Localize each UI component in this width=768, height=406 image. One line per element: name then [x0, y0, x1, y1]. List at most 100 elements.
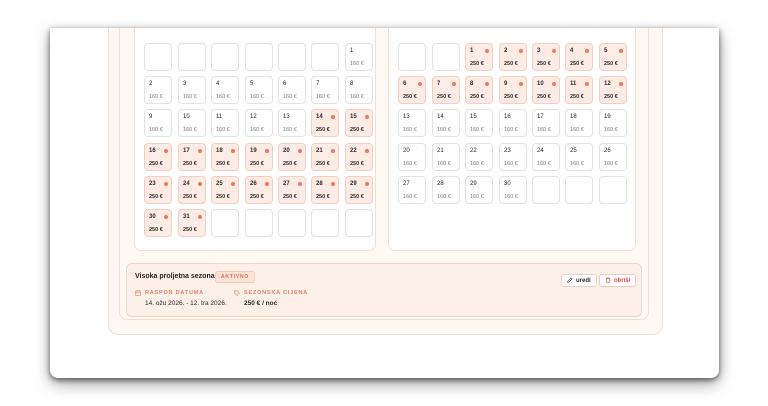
season-dot-icon: [585, 49, 589, 53]
calendar-day-cell[interactable]: 17 250 €: [178, 143, 206, 171]
day-number: 7: [316, 81, 320, 87]
calendar-day-cell[interactable]: 20 160 €: [398, 143, 426, 171]
calendar-day-cell[interactable]: 23 160 €: [499, 143, 527, 171]
calendar-empty-cell: [311, 209, 339, 237]
calendar-month-right: PONUTOSRIČETPETSUBNED1250 €2250 €3250 €4…: [388, 28, 636, 251]
season-dot-icon: [485, 49, 489, 53]
day-price: 160 €: [283, 127, 297, 133]
day-number: 30: [149, 214, 156, 220]
day-number: 26: [604, 148, 611, 154]
day-price: 250 €: [537, 94, 551, 100]
calendar-day-cell[interactable]: 31 250 €: [178, 209, 206, 237]
day-number: 11: [570, 81, 577, 87]
calendar-day-cell[interactable]: 11 250 €: [565, 76, 593, 104]
season-dot-icon: [164, 182, 168, 186]
calendar-day-cell[interactable]: 5 250 €: [599, 43, 627, 71]
calendar-day-cell[interactable]: 11 160 €: [211, 109, 239, 137]
calendar-day-cell[interactable]: 3 250 €: [532, 43, 560, 71]
day-number: 24: [537, 148, 544, 154]
season-dot-icon: [231, 182, 235, 186]
day-number: 6: [283, 81, 287, 87]
calendar-day-cell[interactable]: 18 160 €: [565, 109, 593, 137]
calendar-day-cell[interactable]: 30 160 €: [499, 176, 527, 204]
calendar-day-cell[interactable]: 15 250 €: [345, 109, 373, 137]
calendar-day-cell[interactable]: 21 160 €: [432, 143, 460, 171]
calendar-day-cell[interactable]: 13 160 €: [398, 109, 426, 137]
calendar-day-cell[interactable]: 26 250 €: [245, 176, 273, 204]
calendar-day-cell[interactable]: 5 160 €: [245, 76, 273, 104]
calendar-day-cell[interactable]: 8 160 €: [345, 76, 373, 104]
calendar-day-cell[interactable]: 2 160 €: [144, 76, 172, 104]
calendar-day-cell[interactable]: 24 250 €: [178, 176, 206, 204]
calendar-day-cell[interactable]: 25 250 €: [211, 176, 239, 204]
day-price: 250 €: [250, 161, 264, 167]
calendar-day-cell[interactable]: 28 250 €: [311, 176, 339, 204]
day-price: 250 €: [149, 161, 163, 167]
calendar-day-cell[interactable]: 10 250 €: [532, 76, 560, 104]
day-number: 17: [183, 148, 190, 154]
day-number: 18: [216, 148, 223, 154]
calendar-day-cell[interactable]: 22 160 €: [465, 143, 493, 171]
calendar-day-cell[interactable]: 6 250 €: [398, 76, 426, 104]
calendar-day-cell[interactable]: 19 250 €: [245, 143, 273, 171]
calendar-day-cell[interactable]: 16 160 €: [499, 109, 527, 137]
day-number: 14: [316, 114, 323, 120]
day-price: 250 €: [183, 194, 197, 200]
day-price: 160 €: [250, 127, 264, 133]
day-number: 8: [350, 81, 354, 87]
delete-button[interactable]: obriši: [599, 274, 637, 287]
calendar-day-cell[interactable]: 21 250 €: [311, 143, 339, 171]
calendar-day-cell[interactable]: 26 160 €: [599, 143, 627, 171]
day-price: 160 €: [470, 194, 484, 200]
day-price: 160 €: [537, 161, 551, 167]
calendar-day-cell[interactable]: 7 160 €: [311, 76, 339, 104]
day-number: 19: [604, 114, 611, 120]
day-number: 27: [403, 181, 410, 187]
calendar-day-cell[interactable]: 9 160 €: [144, 109, 172, 137]
calendar-day-cell[interactable]: 12 160 €: [245, 109, 273, 137]
calendar-day-cell[interactable]: 8 250 €: [465, 76, 493, 104]
calendar-day-cell[interactable]: 4 160 €: [211, 76, 239, 104]
calendar-day-cell[interactable]: 7 250 €: [432, 76, 460, 104]
calendar-day-cell[interactable]: 1 250 €: [465, 43, 493, 71]
day-number: 21: [316, 148, 323, 154]
calendar-day-cell[interactable]: 6 160 €: [278, 76, 306, 104]
calendar-day-cell[interactable]: 4 250 €: [565, 43, 593, 71]
edit-button[interactable]: uredi: [561, 274, 597, 287]
calendar-day-cell[interactable]: 13 160 €: [278, 109, 306, 137]
calendar-day-cell[interactable]: 1 160 €: [345, 43, 373, 71]
day-number: 23: [149, 181, 156, 187]
calendar-day-cell[interactable]: 9 250 €: [499, 76, 527, 104]
season-dot-icon: [198, 215, 202, 219]
day-number: 17: [537, 114, 544, 120]
calendar-day-cell[interactable]: 2 250 €: [499, 43, 527, 71]
calendar-day-cell[interactable]: 27 160 €: [398, 176, 426, 204]
calendar-day-cell[interactable]: 29 160 €: [465, 176, 493, 204]
calendar-day-cell[interactable]: 29 250 €: [345, 176, 373, 204]
day-price: 250 €: [604, 61, 618, 67]
calendar-day-cell[interactable]: 14 160 €: [432, 109, 460, 137]
day-number: 15: [470, 114, 477, 120]
day-number: 27: [283, 181, 290, 187]
day-number: 3: [537, 48, 541, 54]
calendar-day-cell[interactable]: 30 250 €: [144, 209, 172, 237]
calendar-day-cell[interactable]: 25 160 €: [565, 143, 593, 171]
calendar-day-cell[interactable]: 16 250 €: [144, 143, 172, 171]
calendar-day-cell[interactable]: 14 250 €: [311, 109, 339, 137]
calendar-day-cell[interactable]: 3 160 €: [178, 76, 206, 104]
calendar-day-cell[interactable]: 18 250 €: [211, 143, 239, 171]
calendar-day-cell[interactable]: 12 250 €: [599, 76, 627, 104]
day-number: 13: [283, 114, 290, 120]
calendar-day-cell[interactable]: 28 160 €: [432, 176, 460, 204]
calendar-day-cell[interactable]: 24 160 €: [532, 143, 560, 171]
calendar-day-cell[interactable]: 27 250 €: [278, 176, 306, 204]
calendar-day-cell[interactable]: 19 160 €: [599, 109, 627, 137]
calendar-day-cell[interactable]: 20 250 €: [278, 143, 306, 171]
calendar-day-cell[interactable]: 22 250 €: [345, 143, 373, 171]
day-price: 250 €: [216, 194, 230, 200]
calendar-day-cell[interactable]: 23 250 €: [144, 176, 172, 204]
calendar-day-cell[interactable]: 10 160 €: [178, 109, 206, 137]
day-price: 250 €: [570, 94, 584, 100]
calendar-day-cell[interactable]: 17 160 €: [532, 109, 560, 137]
calendar-day-cell[interactable]: 15 160 €: [465, 109, 493, 137]
